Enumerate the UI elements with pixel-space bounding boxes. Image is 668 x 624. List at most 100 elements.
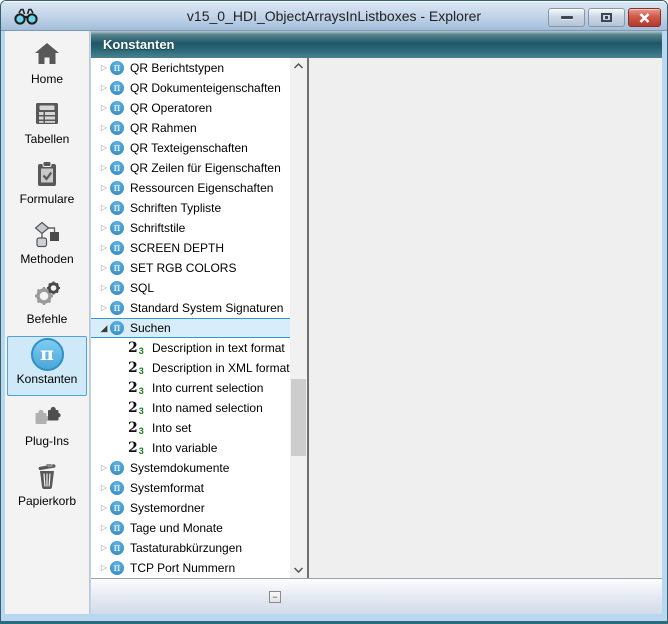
sidebar-item-label: Home bbox=[31, 72, 63, 86]
tree-scrollbar[interactable] bbox=[290, 58, 307, 578]
panel-header: Konstanten bbox=[91, 31, 662, 58]
expand-arrow-icon[interactable]: ▷ bbox=[98, 478, 110, 498]
pi-theme-icon: π bbox=[110, 201, 124, 215]
expand-arrow-icon[interactable]: ▷ bbox=[98, 298, 110, 318]
tree-item-label: Suchen bbox=[130, 321, 171, 335]
collapse-arrow-icon[interactable]: ◢ bbox=[98, 318, 110, 338]
pi-theme-icon: π bbox=[110, 301, 124, 315]
tree-item[interactable]: ▷πTastaturabkürzungen bbox=[91, 538, 290, 558]
tree-item[interactable]: ▷πQR Rahmen bbox=[91, 118, 290, 138]
scroll-down-button[interactable] bbox=[290, 562, 307, 578]
scroll-up-button[interactable] bbox=[290, 58, 307, 74]
longint-constant-icon: 23 bbox=[128, 420, 146, 436]
expand-arrow-icon[interactable]: ▷ bbox=[98, 58, 110, 78]
trash-icon bbox=[32, 459, 62, 493]
tree-item[interactable]: ▷πSystemdokumente bbox=[91, 458, 290, 478]
tree-item-label: Tastaturabkürzungen bbox=[130, 541, 242, 555]
tree-item-label: Into current selection bbox=[152, 381, 263, 395]
splitter-collapse-button[interactable]: − bbox=[269, 591, 281, 603]
expand-arrow-icon[interactable]: ▷ bbox=[98, 218, 110, 238]
expand-arrow-icon[interactable]: ▷ bbox=[98, 158, 110, 178]
tree-item-label: QR Berichtstypen bbox=[130, 61, 224, 75]
tree-item[interactable]: ▷πRessourcen Eigenschaften bbox=[91, 178, 290, 198]
expand-arrow-icon[interactable]: ▷ bbox=[98, 98, 110, 118]
sidebar-item-plugins[interactable]: Plug-Ins bbox=[7, 398, 87, 456]
tree-item-label: Into variable bbox=[152, 441, 217, 455]
tree-item[interactable]: ▷πSystemordner bbox=[91, 498, 290, 518]
tree-item[interactable]: ▷πSchriften Typliste bbox=[91, 198, 290, 218]
tree-item[interactable]: 23 Description in XML format bbox=[91, 358, 290, 378]
tree-item[interactable]: 23 Into current selection bbox=[91, 378, 290, 398]
tree-item[interactable]: 23Into named selection bbox=[91, 398, 290, 418]
pi-theme-icon: π bbox=[110, 101, 124, 115]
expand-arrow-icon[interactable]: ▷ bbox=[98, 78, 110, 98]
expand-arrow-icon[interactable]: ▷ bbox=[98, 198, 110, 218]
expand-arrow-icon[interactable]: ▷ bbox=[98, 138, 110, 158]
sidebar: Home Tabellen bbox=[5, 31, 90, 614]
expand-arrow-icon[interactable]: ▷ bbox=[98, 178, 110, 198]
expand-arrow-icon[interactable]: ▷ bbox=[98, 518, 110, 538]
tree-item[interactable]: ▷πQR Berichtstypen bbox=[91, 58, 290, 78]
expand-arrow-icon[interactable]: ▷ bbox=[98, 118, 110, 138]
tree-item[interactable]: ◢πSuchen bbox=[91, 318, 290, 338]
tree-item[interactable]: ▷πTCP Port Nummern bbox=[91, 558, 290, 578]
tree-item[interactable]: 23 Description in text format bbox=[91, 338, 290, 358]
sidebar-item-label: Papierkorb bbox=[18, 494, 76, 508]
expand-arrow-icon[interactable]: ▷ bbox=[98, 458, 110, 478]
tree-item[interactable]: ▷πSystemformat bbox=[91, 478, 290, 498]
tree-item-label: Description in XML format bbox=[152, 361, 290, 375]
tree-item-label: QR Zeilen für Eigenschaften bbox=[130, 161, 281, 175]
tree-item-label: Into set bbox=[152, 421, 191, 435]
sidebar-item-home[interactable]: Home bbox=[7, 36, 87, 94]
tree-item[interactable]: ▷πSQL bbox=[91, 278, 290, 298]
tree-item[interactable]: ▷πSCREEN DEPTH bbox=[91, 238, 290, 258]
scrollbar-thumb[interactable] bbox=[291, 379, 306, 456]
expand-arrow-icon[interactable]: ▷ bbox=[98, 258, 110, 278]
tree-item-label: Description in text format bbox=[152, 341, 285, 355]
pi-theme-icon: π bbox=[110, 141, 124, 155]
tree-item-label: SET RGB COLORS bbox=[130, 261, 236, 275]
pi-theme-icon: π bbox=[110, 261, 124, 275]
close-button[interactable] bbox=[628, 8, 661, 27]
restore-button[interactable] bbox=[588, 8, 625, 27]
forms-icon bbox=[32, 157, 62, 191]
tree-item[interactable]: 23 Into variable bbox=[91, 438, 290, 458]
sidebar-item-konstanten[interactable]: π Konstanten bbox=[7, 336, 87, 396]
sidebar-item-befehle[interactable]: Befehle bbox=[7, 276, 87, 334]
titlebar[interactable]: v15_0_HDI_ObjectArraysInListboxes - Expl… bbox=[1, 1, 667, 31]
sidebar-item-label: Tabellen bbox=[25, 132, 70, 146]
pi-theme-icon: π bbox=[110, 81, 124, 95]
sidebar-item-papierkorb[interactable]: Papierkorb bbox=[7, 458, 87, 516]
pi-theme-icon: π bbox=[110, 501, 124, 515]
tree-item[interactable]: ▷πSchriftstile bbox=[91, 218, 290, 238]
tables-icon bbox=[32, 97, 62, 131]
tree-item[interactable]: ▷π SET RGB COLORS bbox=[91, 258, 290, 278]
detail-panel bbox=[309, 58, 662, 578]
minimize-button[interactable] bbox=[548, 8, 585, 27]
tree-item-label: TCP Port Nummern bbox=[130, 561, 235, 575]
tree-item[interactable]: ▷πQR Operatoren bbox=[91, 98, 290, 118]
tree-item[interactable]: ▷πQR Zeilen für Eigenschaften bbox=[91, 158, 290, 178]
sidebar-item-methoden[interactable]: Methoden bbox=[7, 216, 87, 274]
tree-item[interactable]: 23 Into set bbox=[91, 418, 290, 438]
longint-constant-icon: 23 bbox=[128, 380, 146, 396]
expand-arrow-icon[interactable]: ▷ bbox=[98, 538, 110, 558]
sidebar-item-formulare[interactable]: Formulare bbox=[7, 156, 87, 214]
expand-arrow-icon[interactable]: ▷ bbox=[98, 278, 110, 298]
sidebar-item-label: Methoden bbox=[20, 252, 73, 266]
expand-arrow-icon[interactable]: ▷ bbox=[98, 238, 110, 258]
tree-item[interactable]: ▷πQR Dokumenteigenschaften bbox=[91, 78, 290, 98]
tree-item[interactable]: ▷πStandard System Signaturen bbox=[91, 298, 290, 318]
constants-tree: ▷πQR Berichtstypen▷πQR Dokumenteigenscha… bbox=[91, 58, 290, 578]
pi-theme-icon: π bbox=[110, 481, 124, 495]
expand-arrow-icon[interactable]: ▷ bbox=[98, 498, 110, 518]
expand-arrow-icon[interactable]: ▷ bbox=[98, 558, 110, 578]
sidebar-item-label: Befehle bbox=[27, 312, 68, 326]
constants-tree-panel: ▷πQR Berichtstypen▷πQR Dokumenteigenscha… bbox=[91, 58, 290, 578]
tree-item[interactable]: ▷πTage und Monate bbox=[91, 518, 290, 538]
tree-item[interactable]: ▷πQR Texteigenschaften bbox=[91, 138, 290, 158]
longint-constant-icon: 23 bbox=[128, 440, 146, 456]
longint-constant-icon: 23 bbox=[128, 360, 146, 376]
longint-constant-icon: 23 bbox=[128, 340, 146, 356]
sidebar-item-tabellen[interactable]: Tabellen bbox=[7, 96, 87, 154]
